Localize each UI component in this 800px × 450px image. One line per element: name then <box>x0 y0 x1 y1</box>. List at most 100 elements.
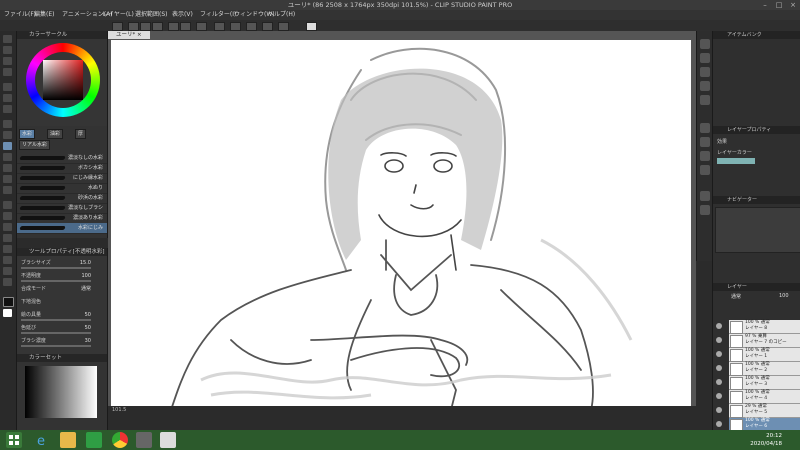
menu-layer[interactable]: レイヤー(L) <box>102 10 134 20</box>
ruler-icon[interactable] <box>278 22 289 31</box>
clock-time[interactable]: 20:12 <box>766 433 782 439</box>
app-logo-icon[interactable] <box>112 22 123 31</box>
blend-mode-select[interactable]: 合成モード 通常 <box>21 285 103 294</box>
drawing-canvas[interactable] <box>111 40 691 410</box>
tab-watercolor[interactable]: 水彩 <box>19 129 36 139</box>
color-set-panel: カラーセット <box>17 354 108 430</box>
svg-text:e: e <box>37 434 45 448</box>
document-tab[interactable]: ユーリ* × <box>108 31 150 39</box>
store-icon[interactable] <box>86 432 102 448</box>
visibility-eye-icon <box>716 421 722 427</box>
transform-icon[interactable] <box>214 22 225 31</box>
ruler-tool-icon[interactable] <box>3 245 12 253</box>
ie-icon[interactable]: e <box>34 432 50 449</box>
zoom-tool-icon[interactable] <box>3 35 12 43</box>
layer-opacity[interactable]: 100 <box>779 293 789 299</box>
brush-tool-icon[interactable] <box>3 142 12 150</box>
figure-tool-icon[interactable] <box>3 223 12 231</box>
menu-view[interactable]: 表示(V) <box>172 10 193 20</box>
effect-label: 効果 <box>717 139 728 145</box>
move-tool-icon[interactable] <box>3 46 12 54</box>
airbrush-tool-icon[interactable] <box>3 153 12 161</box>
redo-icon[interactable] <box>180 22 191 31</box>
new-file-icon[interactable] <box>128 22 139 31</box>
save-icon[interactable] <box>152 22 163 31</box>
move-layer-tool-icon[interactable] <box>3 68 12 76</box>
tab-real-watercolor[interactable]: リアル水彩 <box>19 140 50 150</box>
auto-select-tool-icon[interactable] <box>3 94 12 102</box>
navigator-icon[interactable] <box>700 39 710 49</box>
sub-tool-panel: 水彩 油彩 厚 リアル水彩 濃淡なしの水彩 ボカシ水彩 にじみ縁水彩 水ぬり 砂… <box>17 126 108 238</box>
menu-help[interactable]: ヘルプ(H) <box>268 10 295 20</box>
correct-line-tool-icon[interactable] <box>3 278 12 286</box>
brush-density-slider[interactable]: ブラシ濃度 30 <box>21 337 103 347</box>
tab-oil[interactable]: 油彩 <box>47 129 64 139</box>
layer-color-swatch[interactable] <box>717 158 755 164</box>
clip-studio-icon[interactable] <box>160 432 176 448</box>
zoom-icon[interactable] <box>700 53 710 63</box>
balloon-tool-icon[interactable] <box>3 267 12 275</box>
eyedropper-tool-icon[interactable] <box>3 105 12 113</box>
layer-row[interactable]: 100 % 通常 レイヤー 3 <box>716 376 800 390</box>
flip-icon[interactable] <box>700 81 710 91</box>
paint-amount-slider[interactable]: 絵の具量 50 <box>21 311 103 321</box>
saturation-value-square[interactable] <box>43 60 83 100</box>
visibility-eye-icon <box>716 365 722 371</box>
info-icon[interactable] <box>700 191 710 201</box>
main-color-swatch[interactable] <box>3 297 14 307</box>
gradient-tool-icon[interactable] <box>3 212 12 220</box>
maximize-button[interactable]: □ <box>772 0 786 10</box>
clock-date[interactable]: 2020/04/18 <box>750 441 782 447</box>
color-swatch-grid[interactable] <box>25 366 97 418</box>
clear-icon[interactable] <box>196 22 207 31</box>
undo-icon[interactable] <box>168 22 179 31</box>
layer-row[interactable]: 100 % 通常 レイヤー 1 <box>716 348 800 362</box>
selection-tool-icon[interactable] <box>3 83 12 91</box>
frame-tool-icon[interactable] <box>3 234 12 242</box>
grid-icon[interactable] <box>262 22 273 31</box>
material-icon[interactable] <box>700 165 710 175</box>
chrome-icon[interactable] <box>112 432 128 448</box>
brush-item-selected[interactable]: 水彩にじみ <box>17 223 107 234</box>
folder-icon[interactable] <box>60 432 76 448</box>
close-button[interactable]: × <box>786 0 800 10</box>
app-icon[interactable] <box>136 432 152 448</box>
deselect-icon[interactable] <box>230 22 241 31</box>
operation-tool-icon[interactable] <box>3 57 12 65</box>
timeline-icon[interactable] <box>700 205 710 215</box>
rotate-icon[interactable] <box>700 67 710 77</box>
menu-selection[interactable]: 選択範囲(S) <box>135 10 168 20</box>
text-tool-icon[interactable] <box>3 256 12 264</box>
pen-tool-icon[interactable] <box>3 120 12 128</box>
layer-blend-mode[interactable]: 通常 <box>731 293 741 300</box>
invert-selection-icon[interactable] <box>246 22 257 31</box>
sub-color-swatch[interactable] <box>3 309 12 317</box>
underlying-color-checkbox[interactable]: 下地混色 <box>21 298 103 307</box>
start-icon[interactable] <box>6 432 22 448</box>
help-icon[interactable] <box>306 22 317 31</box>
layer-row[interactable]: 100 % 通常 レイヤー 8 <box>716 320 800 334</box>
open-file-icon[interactable] <box>140 22 151 31</box>
decoration-tool-icon[interactable] <box>3 164 12 172</box>
layer-row[interactable]: 100 % 通常 レイヤー 4 <box>716 390 800 404</box>
minimize-button[interactable]: – <box>758 0 772 10</box>
fit-icon[interactable] <box>700 95 710 105</box>
history-icon[interactable] <box>700 137 710 147</box>
menu-filter[interactable]: フィルター(I) <box>200 10 236 20</box>
blend-tool-icon[interactable] <box>3 186 12 194</box>
brush-size-slider[interactable]: ブラシサイズ 15.0 <box>21 259 103 269</box>
tab-thick[interactable]: 厚 <box>75 129 87 139</box>
navigator-preview[interactable] <box>715 207 800 253</box>
pencil-tool-icon[interactable] <box>3 131 12 139</box>
menu-edit[interactable]: 編集(E) <box>34 10 54 20</box>
menu-file[interactable]: ファイル(F) <box>4 10 36 20</box>
color-stretch-slider[interactable]: 色延び 50 <box>21 324 103 334</box>
layer-property-icon[interactable] <box>700 123 710 133</box>
opacity-slider[interactable]: 不透明度 100 <box>21 272 103 282</box>
layer-row[interactable]: 29 % 通常 レイヤー 5 <box>716 404 800 418</box>
search-icon[interactable] <box>700 151 710 161</box>
eraser-tool-icon[interactable] <box>3 175 12 183</box>
layer-row[interactable]: 97 % 乗算 レイヤー 7 のコピー <box>716 334 800 348</box>
fill-tool-icon[interactable] <box>3 201 12 209</box>
layer-row[interactable]: 100 % 通常 レイヤー 2 <box>716 362 800 376</box>
